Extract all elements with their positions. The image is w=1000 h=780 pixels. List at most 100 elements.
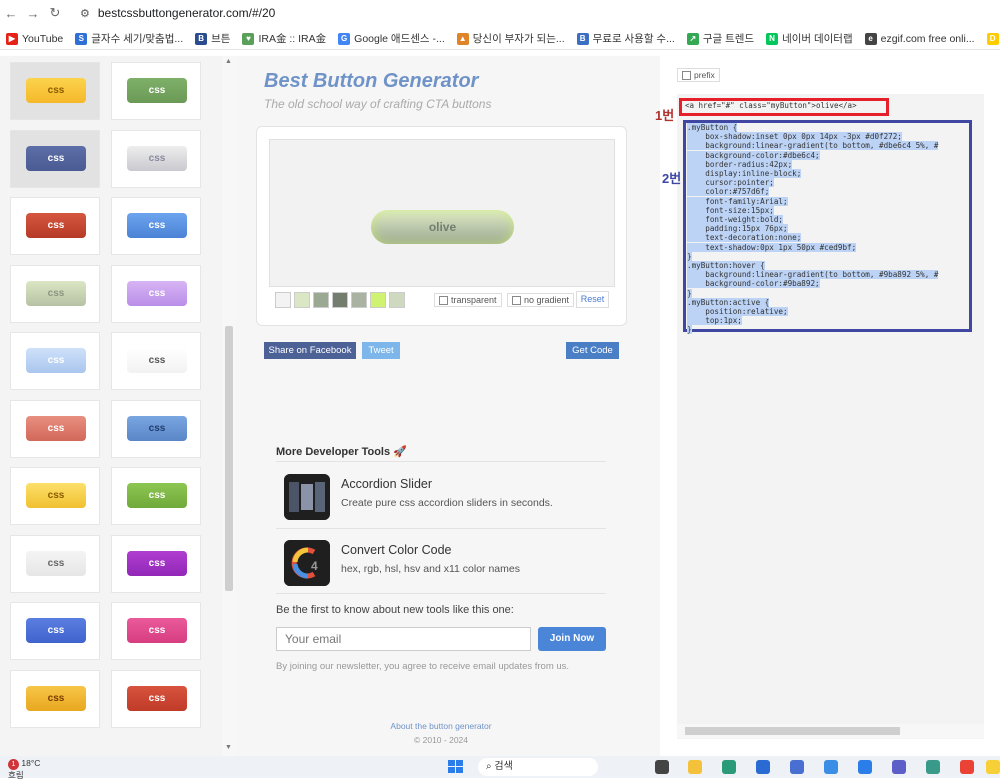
color-swatch[interactable]: [370, 292, 386, 308]
gallery-tile[interactable]: css: [10, 332, 100, 390]
share-facebook-button[interactable]: Share on Facebook: [264, 342, 356, 359]
color-swatch[interactable]: [313, 292, 329, 308]
app-icon[interactable]: [926, 760, 940, 774]
convert-color-icon[interactable]: 4: [284, 540, 330, 586]
gallery-tile[interactable]: css: [111, 399, 201, 458]
weather-widget[interactable]: 1 18°C 흐림: [8, 758, 40, 780]
scroll-down-icon[interactable]: ▼: [225, 744, 232, 751]
gallery-tile[interactable]: css: [10, 129, 100, 188]
prefix-checkbox[interactable]: prefix: [677, 68, 720, 82]
gallery-tile[interactable]: css: [10, 197, 100, 255]
email-input[interactable]: Your email: [276, 627, 531, 651]
edge-icon[interactable]: [722, 760, 736, 774]
windows-start-icon[interactable]: [448, 760, 464, 774]
gallery-tile[interactable]: css: [10, 62, 100, 120]
gallery-button-preview[interactable]: css: [26, 483, 86, 508]
app-icon[interactable]: [858, 760, 872, 774]
bookmark-item[interactable]: ♥ IRA金 :: IRA金: [242, 31, 326, 46]
checkbox-box[interactable]: [682, 70, 691, 80]
gallery-tile[interactable]: css: [10, 467, 100, 525]
taskbar-search[interactable]: ⌕ 검색: [478, 758, 598, 776]
bookmark-item[interactable]: ↗ 구글 트렌드: [686, 31, 754, 46]
tweet-button[interactable]: Tweet: [362, 342, 400, 359]
css-code[interactable]: .myButton { box-shadow:inset 0px 0px 14p…: [687, 123, 967, 335]
gallery-button-preview[interactable]: css: [26, 145, 86, 171]
color-swatch[interactable]: [332, 292, 348, 308]
no-gradient-checkbox[interactable]: no gradient: [507, 293, 575, 307]
gallery-tile[interactable]: css: [10, 602, 100, 660]
gallery-button-preview[interactable]: css: [26, 348, 86, 373]
gallery-button-preview[interactable]: css: [127, 78, 187, 103]
preview-button[interactable]: olive: [371, 210, 514, 244]
gallery-tile[interactable]: css: [111, 669, 201, 728]
site-info-icon[interactable]: ⚙: [80, 7, 90, 20]
gallery-tile[interactable]: css: [111, 602, 201, 660]
gallery-button-preview[interactable]: css: [26, 415, 86, 441]
gallery-tile[interactable]: css: [10, 264, 100, 323]
gallery-tile[interactable]: css: [111, 129, 201, 188]
code-horizontal-scrollbar[interactable]: [677, 724, 984, 738]
code-scroll-thumb[interactable]: [685, 727, 900, 735]
forward-icon[interactable]: →: [22, 6, 44, 21]
gallery-tile[interactable]: css: [10, 399, 100, 458]
gallery-button-preview[interactable]: css: [26, 550, 86, 576]
teams-icon[interactable]: [892, 760, 906, 774]
join-now-button[interactable]: Join Now: [538, 627, 606, 651]
gallery-scroll-thumb[interactable]: [225, 326, 233, 591]
gallery-button-preview[interactable]: css: [127, 213, 187, 238]
gallery-button-preview[interactable]: css: [26, 280, 86, 306]
store-icon[interactable]: [756, 760, 770, 774]
gallery-tile[interactable]: css: [10, 669, 100, 728]
file-explorer-icon[interactable]: [688, 760, 702, 774]
color-swatch[interactable]: [275, 292, 291, 308]
gallery-button-preview[interactable]: css: [127, 550, 187, 576]
bookmark-item[interactable]: G Google 애드센스 -...: [338, 31, 445, 46]
gallery-button-preview[interactable]: css: [127, 280, 187, 306]
bookmark-item[interactable]: S 글자수 세기/맞춤법...: [75, 31, 183, 46]
bookmark-item[interactable]: e ezgif.com free onli...: [864, 32, 975, 45]
bookmark-item[interactable]: B 무료로 사용할 수...: [576, 31, 675, 46]
bookmark-item[interactable]: B 브튼: [195, 31, 230, 46]
gallery-tile[interactable]: css: [111, 197, 201, 255]
app-icon[interactable]: [986, 760, 1000, 774]
checkbox-box[interactable]: [512, 295, 521, 305]
gallery-button-preview[interactable]: css: [127, 685, 187, 711]
bookmark-item[interactable]: ▲ 당신이 부자가 되는...: [456, 31, 565, 46]
gallery-button-preview[interactable]: css: [127, 348, 187, 373]
color-swatch[interactable]: [389, 292, 405, 308]
gallery-button-preview[interactable]: css: [127, 415, 187, 441]
bookmark-item[interactable]: N 네이버 데이터랩: [766, 31, 853, 46]
scroll-up-icon[interactable]: ▲: [225, 58, 232, 65]
reload-icon[interactable]: ↻: [44, 5, 66, 21]
gallery-tile[interactable]: css: [111, 534, 201, 593]
bookmark-item[interactable]: DDaum: [986, 32, 1000, 45]
task-view-icon[interactable]: [655, 760, 669, 774]
gallery-tile[interactable]: css: [111, 62, 201, 120]
gallery-button-preview[interactable]: css: [26, 213, 86, 238]
gallery-tile[interactable]: css: [111, 467, 201, 525]
gallery-button-preview[interactable]: css: [26, 618, 86, 643]
tool-title-accordion[interactable]: Accordion Slider: [341, 477, 432, 491]
gallery-button-preview[interactable]: css: [26, 685, 86, 711]
gallery-button-preview[interactable]: css: [127, 483, 187, 508]
back-icon[interactable]: ←: [0, 6, 22, 21]
bookmark-item[interactable]: ▶ YouTube: [6, 32, 63, 45]
accordion-slider-icon[interactable]: [284, 474, 330, 520]
gallery-button-preview[interactable]: css: [127, 145, 187, 171]
tool-title-convert-color[interactable]: Convert Color Code: [341, 543, 451, 557]
about-link[interactable]: About the button generator: [236, 721, 646, 731]
gallery-scrollbar[interactable]: ▲ ▼: [222, 56, 236, 756]
gallery-tile[interactable]: css: [111, 332, 201, 390]
color-swatch[interactable]: [294, 292, 310, 308]
app-icon[interactable]: [824, 760, 838, 774]
reset-button[interactable]: Reset: [576, 291, 609, 308]
gallery-tile[interactable]: css: [111, 264, 201, 323]
gallery-button-preview[interactable]: css: [26, 78, 86, 103]
checkbox-box[interactable]: [439, 295, 448, 305]
app-icon[interactable]: [790, 760, 804, 774]
gallery-button-preview[interactable]: css: [127, 618, 187, 643]
transparent-checkbox[interactable]: transparent: [434, 293, 502, 307]
chrome-icon[interactable]: [960, 760, 974, 774]
gallery-tile[interactable]: css: [10, 534, 100, 593]
color-swatch[interactable]: [351, 292, 367, 308]
